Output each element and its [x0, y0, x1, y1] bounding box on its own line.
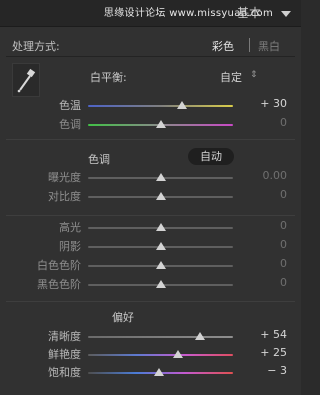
treatment-color-option[interactable]: 彩色	[212, 38, 234, 54]
slider-value[interactable]: − 3	[247, 364, 287, 377]
treatment-separator	[249, 38, 250, 52]
panel-header[interactable]: 思缘设计论坛 www.missyuan.com 基本	[0, 0, 301, 27]
eyedropper-icon[interactable]	[12, 63, 40, 97]
slider[interactable]	[88, 364, 233, 382]
slider-value[interactable]: + 54	[247, 328, 287, 341]
presence-title: 偏好	[112, 311, 134, 324]
slider-label: 色温	[59, 99, 81, 112]
divider	[6, 139, 295, 140]
slider-label: 色调	[59, 118, 81, 131]
slider[interactable]	[88, 328, 233, 346]
slider-label: 对比度	[48, 190, 81, 203]
presence-slider-row: 鲜艳度 + 25	[0, 346, 301, 364]
slider-thumb[interactable]	[155, 192, 166, 200]
wb-slider-row: 色调 0	[0, 116, 301, 134]
slider-label: 鲜艳度	[48, 348, 81, 361]
slider-thumb[interactable]	[155, 173, 166, 181]
slider-value[interactable]: + 30	[247, 97, 287, 110]
slider-thumb[interactable]	[155, 242, 166, 250]
tone-slider-row: 阴影 0	[0, 238, 301, 256]
slider-thumb[interactable]	[154, 368, 165, 376]
slider-label: 高光	[59, 221, 81, 234]
slider-track[interactable]	[88, 336, 233, 338]
auto-tone-button[interactable]: 自动	[188, 148, 234, 165]
slider-thumb[interactable]	[172, 350, 183, 358]
white-balance-preset[interactable]: 自定	[220, 69, 242, 85]
divider	[6, 56, 295, 57]
divider	[6, 301, 295, 302]
slider[interactable]	[88, 116, 233, 134]
tone-slider-row: 黑色色阶 0	[0, 276, 301, 294]
slider-thumb[interactable]	[177, 101, 188, 109]
slider-thumb[interactable]	[155, 223, 166, 231]
tone-slider-row: 对比度 0	[0, 188, 301, 206]
tone-slider-row: 曝光度 0.00	[0, 169, 301, 187]
slider-value[interactable]: 0	[247, 188, 287, 201]
divider	[6, 215, 295, 216]
slider[interactable]	[88, 219, 233, 237]
tone-slider-row: 高光 0	[0, 219, 301, 237]
slider-track[interactable]	[88, 354, 233, 356]
slider-value[interactable]: 0	[247, 219, 287, 232]
wb-slider-row: 色温 + 30	[0, 97, 301, 115]
slider-thumb[interactable]	[155, 280, 166, 288]
slider-value[interactable]: 0	[247, 116, 287, 129]
tone-title: 色调	[88, 153, 110, 166]
tone-slider-row: 白色色阶 0	[0, 257, 301, 275]
slider[interactable]	[88, 188, 233, 206]
presence-slider-row: 清晰度 + 54	[0, 328, 301, 346]
treatment-label: 处理方式:	[12, 40, 60, 53]
slider-track[interactable]	[88, 105, 233, 107]
slider-label: 饱和度	[48, 366, 81, 379]
slider-label: 黑色色阶	[37, 278, 81, 291]
slider[interactable]	[88, 169, 233, 187]
module-title: 基本	[236, 6, 261, 20]
slider-label: 白色色阶	[37, 259, 81, 272]
slider-value[interactable]: 0.00	[247, 169, 288, 182]
slider-thumb[interactable]	[155, 261, 166, 269]
slider-value[interactable]: 0	[247, 276, 287, 289]
slider-value[interactable]: 0	[247, 257, 287, 270]
treatment-bw-option[interactable]: 黑白	[258, 38, 280, 54]
slider-label: 曝光度	[48, 171, 81, 184]
collapse-triangle-icon[interactable]	[281, 11, 291, 17]
slider-thumb[interactable]	[155, 120, 166, 128]
slider-thumb[interactable]	[194, 332, 205, 340]
slider-label: 清晰度	[48, 330, 81, 343]
white-balance-label: 白平衡:	[90, 71, 127, 84]
slider-label: 阴影	[59, 240, 81, 253]
slider[interactable]	[88, 276, 233, 294]
slider[interactable]	[88, 97, 233, 115]
slider[interactable]	[88, 257, 233, 275]
slider[interactable]	[88, 238, 233, 256]
slider[interactable]	[88, 346, 233, 364]
slider-value[interactable]: + 25	[247, 346, 287, 359]
slider-value[interactable]: 0	[247, 238, 287, 251]
preset-chevron-icon[interactable]: ⇕	[250, 70, 258, 80]
presence-slider-row: 饱和度 − 3	[0, 364, 301, 382]
